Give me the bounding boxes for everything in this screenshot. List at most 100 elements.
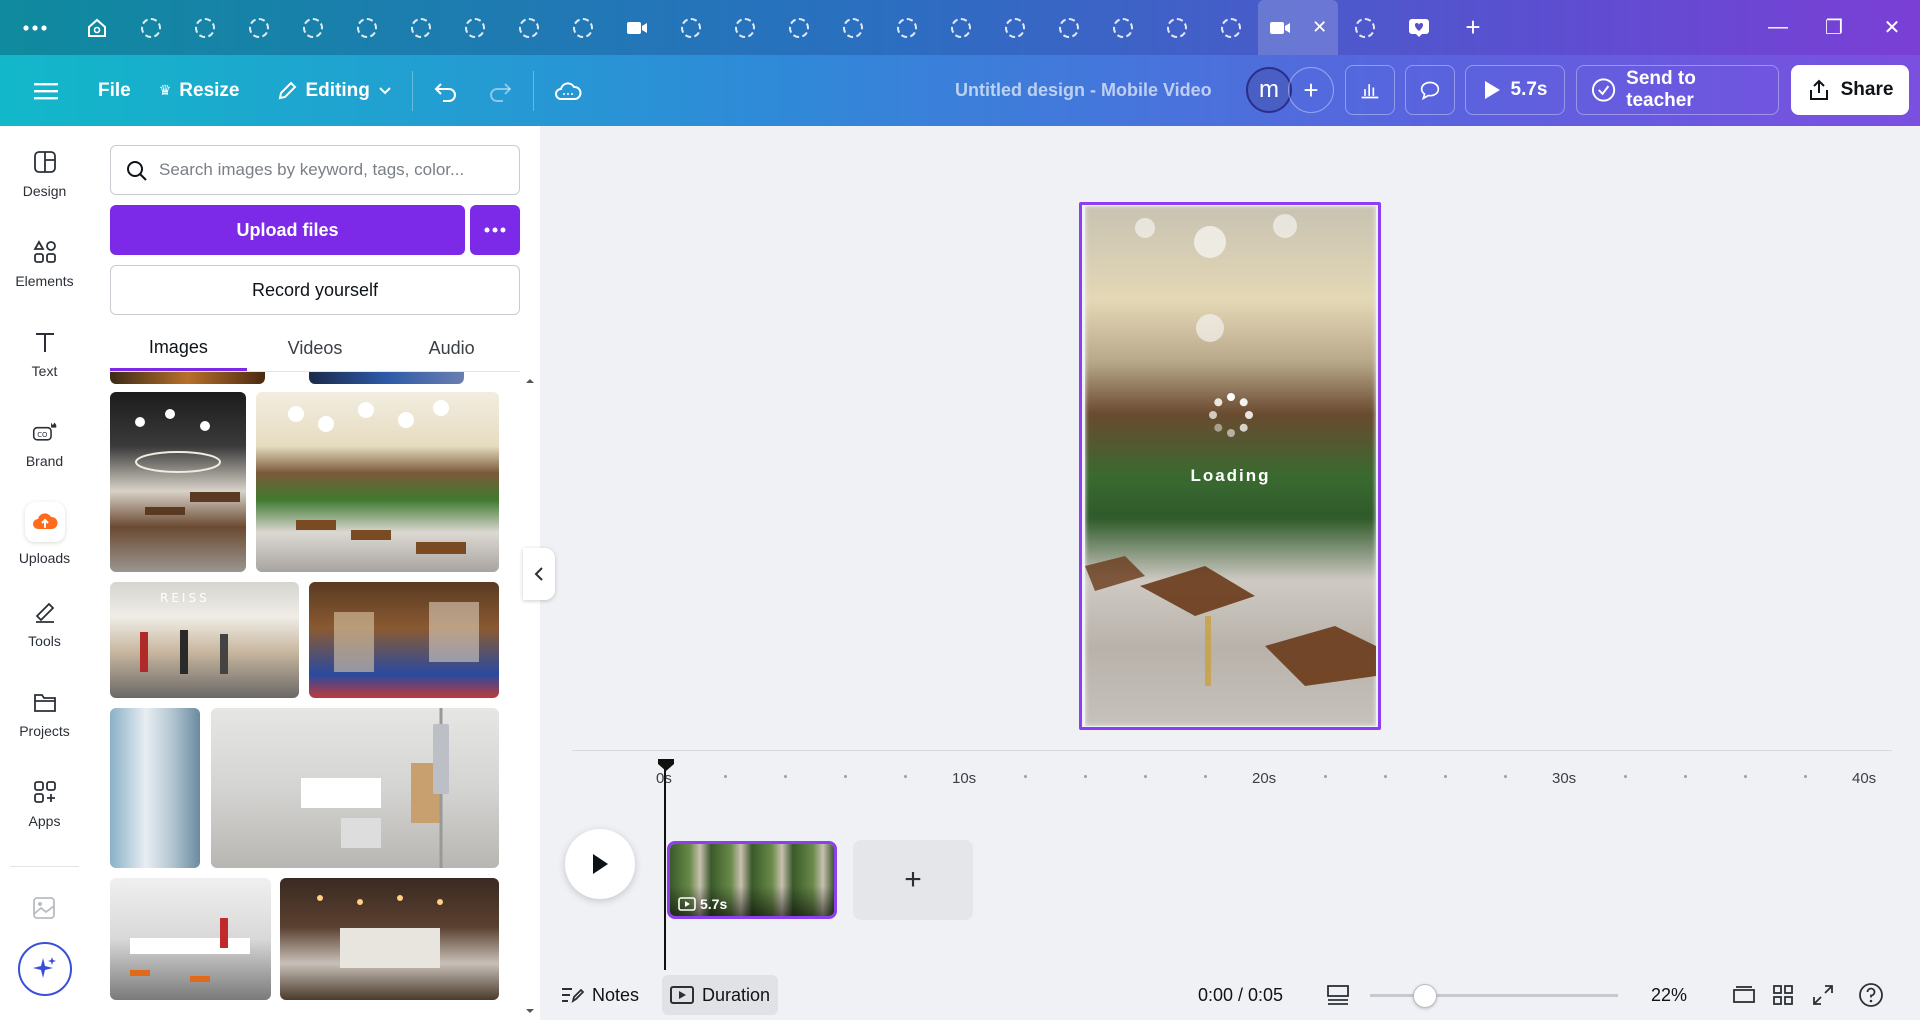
image-thumbnail[interactable] — [309, 372, 464, 384]
loading-icon[interactable] — [394, 0, 448, 55]
design-title[interactable]: Untitled design - Mobile Video — [955, 55, 1212, 126]
search-input[interactable]: Search images by keyword, tags, color... — [110, 145, 520, 195]
new-tab-button[interactable]: + — [1446, 0, 1500, 55]
magic-assistant-button[interactable] — [18, 942, 72, 996]
image-thumbnail[interactable] — [110, 392, 246, 572]
image-thumbnail[interactable] — [110, 878, 271, 1000]
rail-item-projects[interactable]: Projects — [0, 674, 89, 754]
upload-files-button[interactable]: Upload files — [110, 205, 465, 255]
loading-icon[interactable] — [502, 0, 556, 55]
image-thumbnail[interactable] — [110, 372, 265, 384]
rail-item-uploads[interactable]: Uploads — [0, 494, 89, 574]
image-thumbnail[interactable] — [280, 878, 499, 1000]
restore-icon[interactable]: ❐ — [1806, 0, 1862, 55]
insights-button[interactable] — [1345, 65, 1395, 115]
tab-videos[interactable]: Videos — [247, 326, 384, 371]
home-icon[interactable] — [70, 0, 124, 55]
active-browser-tab[interactable]: ✕ — [1258, 0, 1338, 55]
image-thumbnail[interactable] — [309, 582, 499, 698]
timeline-clip[interactable]: 5.7s — [667, 841, 837, 919]
pages-view-button[interactable] — [1724, 975, 1764, 1015]
loading-icon[interactable] — [1096, 0, 1150, 55]
notes-button[interactable]: Notes — [552, 975, 647, 1015]
loading-icon[interactable] — [988, 0, 1042, 55]
scroll-up-icon[interactable] — [521, 376, 539, 386]
loading-icon[interactable] — [556, 0, 610, 55]
loading-text: Loading — [1190, 466, 1271, 485]
loading-icon[interactable] — [178, 0, 232, 55]
user-avatar[interactable]: m — [1246, 67, 1292, 113]
record-yourself-button[interactable]: Record yourself — [110, 265, 520, 315]
grid-view-button[interactable] — [1764, 975, 1802, 1015]
share-button[interactable]: Share — [1791, 65, 1909, 115]
zoom-level[interactable]: 22% — [1643, 975, 1695, 1015]
tab-images[interactable]: Images — [110, 326, 247, 371]
close-window-icon[interactable]: ✕ — [1864, 0, 1920, 55]
collapse-panel-button[interactable] — [523, 548, 555, 600]
loading-icon[interactable] — [880, 0, 934, 55]
image-thumbnail[interactable] — [211, 708, 499, 868]
image-thumbnail[interactable] — [110, 708, 200, 868]
rail-item-apps[interactable]: Apps — [0, 764, 89, 844]
loading-icon[interactable] — [934, 0, 988, 55]
present-button[interactable]: 5.7s — [1465, 65, 1565, 115]
undo-button[interactable] — [419, 69, 473, 113]
loading-icon[interactable] — [1204, 0, 1258, 55]
redo-button[interactable] — [473, 69, 527, 113]
gallery-scrollbar[interactable] — [521, 372, 539, 1020]
file-menu-button[interactable]: File — [84, 69, 145, 113]
heart-icon[interactable] — [1392, 0, 1446, 55]
more-options-button[interactable] — [470, 205, 520, 255]
tab-audio[interactable]: Audio — [383, 326, 520, 371]
playhead-handle-icon[interactable] — [657, 758, 675, 772]
image-thumbnail[interactable] — [256, 392, 499, 572]
loading-icon[interactable] — [826, 0, 880, 55]
fullscreen-button[interactable] — [1804, 975, 1842, 1015]
loading-icon[interactable] — [340, 0, 394, 55]
chevron-down-icon — [379, 86, 391, 94]
playhead[interactable] — [664, 760, 666, 970]
rail-item-brand[interactable]: CO Brand — [0, 404, 89, 484]
loading-icon[interactable] — [1150, 0, 1204, 55]
comments-button[interactable] — [1405, 65, 1455, 115]
send-to-teacher-button[interactable]: Send to teacher — [1576, 65, 1779, 115]
zoom-slider-track[interactable] — [1370, 994, 1618, 997]
image-thumbnail[interactable]: REISS — [110, 582, 299, 698]
loading-icon[interactable] — [1042, 0, 1096, 55]
minimize-icon[interactable]: — — [1750, 0, 1806, 55]
loading-icon[interactable] — [124, 0, 178, 55]
rail-item-elements[interactable]: Elements — [0, 224, 89, 304]
editing-mode-button[interactable]: Editing — [262, 69, 406, 113]
loading-icon[interactable] — [448, 0, 502, 55]
loading-icon[interactable] — [286, 0, 340, 55]
image-placeholder-icon[interactable] — [32, 896, 56, 925]
loading-icon[interactable] — [772, 0, 826, 55]
more-horizontal-icon[interactable] — [0, 0, 70, 55]
timeline-play-button[interactable] — [565, 829, 635, 899]
timeline-minor-tick — [1384, 775, 1387, 778]
help-button[interactable] — [1850, 975, 1892, 1015]
main-menu-icon[interactable] — [20, 69, 72, 113]
loading-icon[interactable] — [664, 0, 718, 55]
loading-icon[interactable] — [718, 0, 772, 55]
video-icon[interactable] — [610, 0, 664, 55]
rail-item-text[interactable]: Text — [0, 314, 89, 394]
duration-button[interactable]: Duration — [662, 975, 779, 1015]
loading-icon[interactable] — [232, 0, 286, 55]
timeline-view-button[interactable] — [1318, 975, 1358, 1015]
close-tab-icon[interactable]: ✕ — [1312, 17, 1327, 38]
rail-item-tools[interactable]: Tools — [0, 584, 89, 664]
scroll-down-icon[interactable] — [521, 1006, 539, 1016]
timeline-minor-tick — [784, 775, 787, 778]
scrollbar-thumb[interactable] — [433, 724, 449, 794]
resize-button[interactable]: ♛ Resize — [145, 69, 254, 113]
upload-label: Upload files — [236, 219, 339, 240]
add-page-button[interactable]: + — [853, 840, 973, 920]
add-collaborator-button[interactable]: + — [1288, 67, 1334, 113]
cloud-save-button[interactable] — [540, 69, 596, 113]
undo-icon — [434, 82, 456, 102]
rail-item-design[interactable]: Design — [0, 134, 89, 214]
loading-spinner-icon — [1209, 393, 1253, 437]
zoom-slider-knob[interactable] — [1413, 984, 1437, 1008]
loading-icon[interactable] — [1338, 0, 1392, 55]
